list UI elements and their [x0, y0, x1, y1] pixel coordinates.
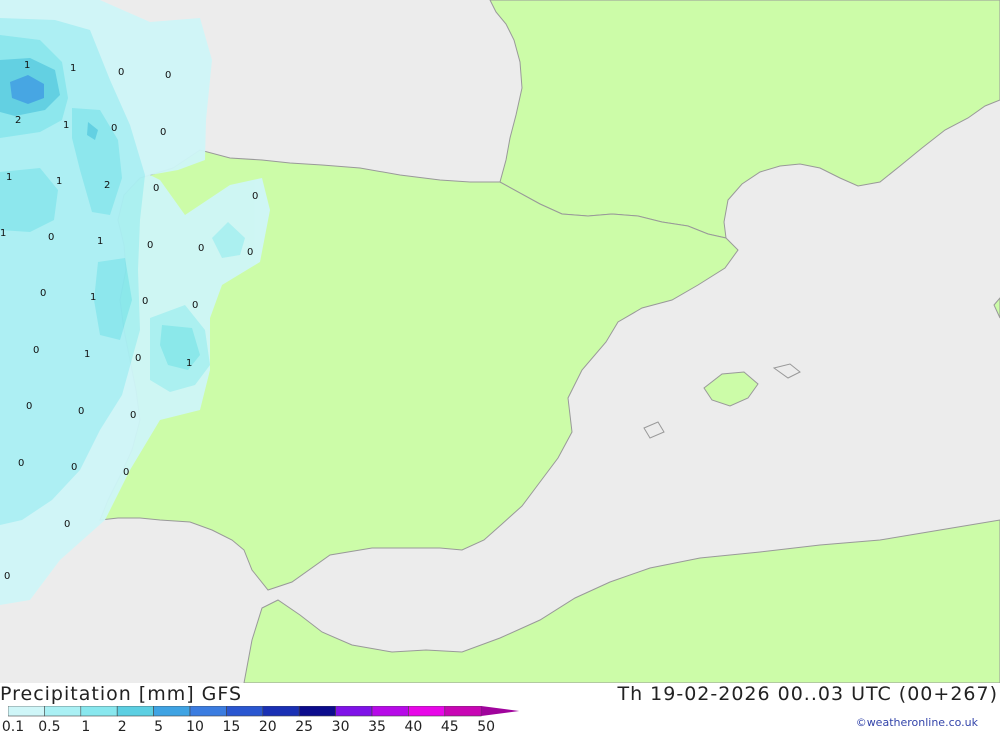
color-legend [8, 706, 520, 717]
precipitation-map: 1 1 0 0 2 1 0 0 1 1 2 0 0 1 0 1 0 0 0 0 … [0, 0, 1000, 683]
map-label: 1 [84, 349, 90, 360]
map-label: 0 [135, 353, 141, 364]
map-label: 0 [111, 123, 117, 134]
map-label: 1 [90, 292, 96, 303]
map-label: 0 [165, 70, 171, 81]
map-label: 0 [130, 410, 136, 421]
legend-swatch [408, 706, 446, 717]
legend-swatch [44, 706, 82, 717]
map-label: 0 [198, 243, 204, 254]
legend-swatch [8, 706, 45, 717]
legend-swatch [298, 706, 336, 717]
map-label: 2 [15, 115, 21, 126]
map-label: 0 [160, 127, 166, 138]
map-label: 1 [24, 60, 30, 71]
map-label: 0 [71, 462, 77, 473]
legend-swatch [335, 706, 373, 717]
map-label: 0 [64, 519, 70, 530]
legend-swatch [371, 706, 409, 717]
map-label: 1 [0, 228, 6, 239]
map-label: 0 [192, 300, 198, 311]
legend-swatch [262, 706, 300, 717]
map-label: 0 [4, 571, 10, 582]
map-label: 0 [33, 345, 39, 356]
map-label: 0 [48, 232, 54, 243]
map-label: 0 [118, 67, 124, 78]
map-label: 0 [78, 406, 84, 417]
map-label: 0 [247, 247, 253, 258]
map-label: 1 [6, 172, 12, 183]
map-label: 0 [18, 458, 24, 469]
map-label: 0 [147, 240, 153, 251]
legend-swatch [189, 706, 227, 717]
map-label: 1 [70, 63, 76, 74]
map-label: 2 [104, 180, 110, 191]
map-label: 1 [63, 120, 69, 131]
legend-arrow [481, 706, 520, 716]
forecast-datetime: Th 19-02-2026 00..03 UTC (00+267) [617, 683, 998, 705]
legend-swatch [226, 706, 264, 717]
credit-link[interactable]: ©weatheronline.co.uk [856, 716, 978, 729]
map-label: 0 [153, 183, 159, 194]
legend-swatch [444, 706, 482, 717]
map-label: 1 [186, 358, 192, 369]
map-label: 0 [142, 296, 148, 307]
map-label: 0 [26, 401, 32, 412]
map-label: 0 [40, 288, 46, 299]
map-label: 0 [123, 467, 129, 478]
legend-swatch [153, 706, 191, 717]
legend-footer: Precipitation [mm] GFS Th 19-02-2026 00.… [0, 683, 1000, 735]
map-label: 1 [97, 236, 103, 247]
legend-swatch [116, 706, 154, 717]
map-label: 1 [56, 176, 62, 187]
map-label: 0 [252, 191, 258, 202]
legend-swatch [80, 706, 118, 717]
map-title: Precipitation [mm] GFS [0, 683, 243, 705]
